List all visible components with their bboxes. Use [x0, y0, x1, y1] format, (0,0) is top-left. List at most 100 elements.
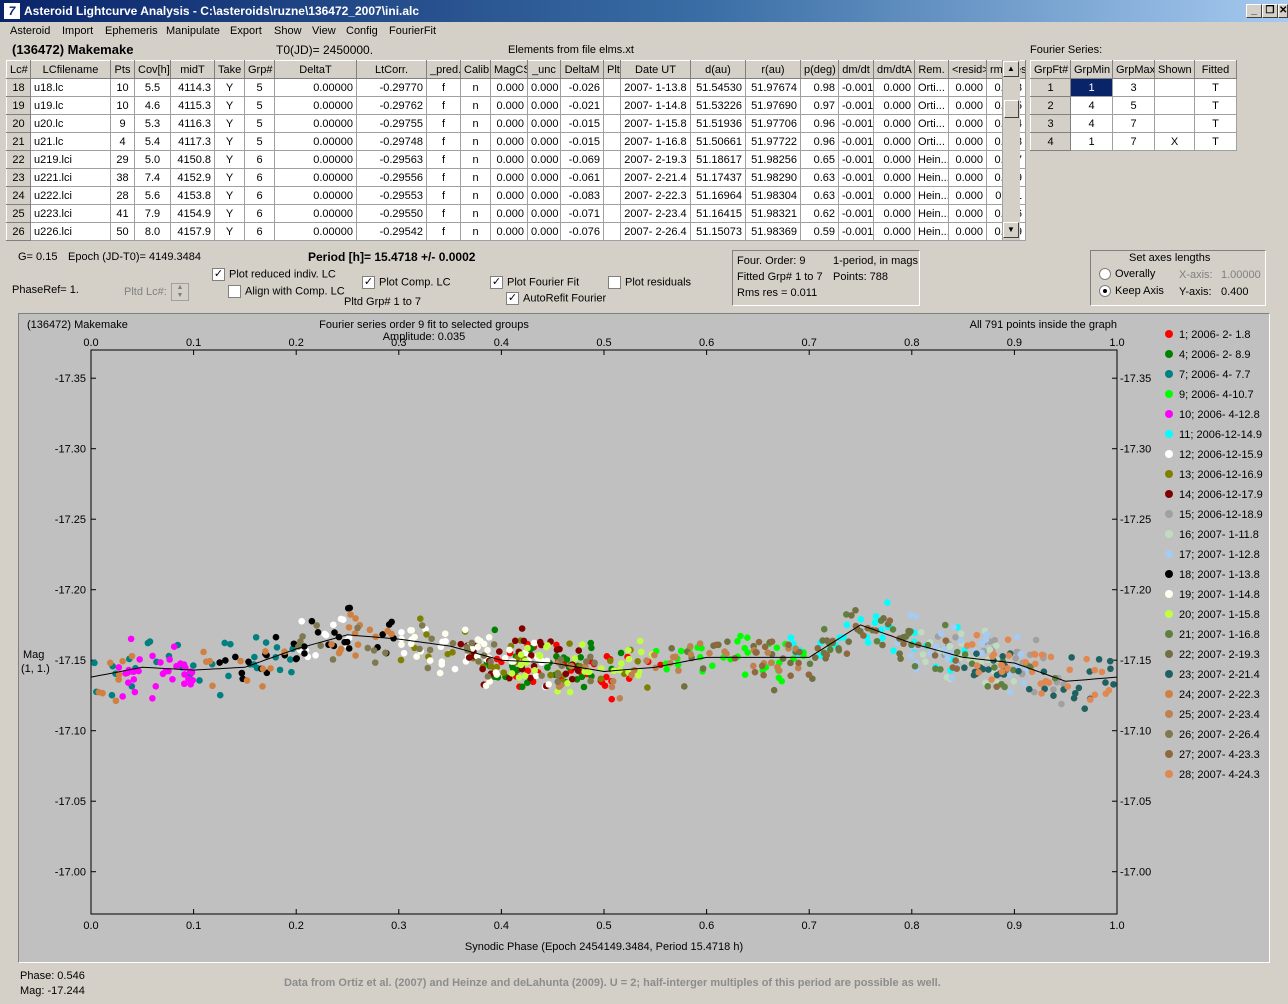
table-cell[interactable]: f	[426, 114, 461, 133]
table-cell[interactable]: 50	[110, 222, 135, 241]
table-cell[interactable]: 4152.9	[170, 168, 215, 187]
table-cell[interactable]: 2007- 1-15.8	[620, 114, 691, 133]
table-row[interactable]: 23 u221.lci 38 7.4 4152.9 Y 6 0.00000 -0.29556 f n…	[6, 168, 1026, 187]
table-cell[interactable]: 4153.8	[170, 186, 215, 205]
table-cell[interactable]: -0.001	[838, 168, 874, 187]
table-cell[interactable]: 0.000	[873, 186, 915, 205]
menu-ephemeris[interactable]: Ephemeris	[105, 25, 158, 37]
table-scrollbar[interactable]: ▲ ▼	[1002, 60, 1020, 240]
menu-manipulate[interactable]: Manipulate	[166, 25, 220, 37]
table-cell[interactable]: f	[426, 222, 461, 241]
table-cell[interactable]	[603, 78, 621, 97]
table-cell[interactable]: 51.97690	[745, 96, 801, 115]
table-cell[interactable]: u226.lci	[30, 222, 111, 241]
table-cell[interactable]: 51.98290	[745, 168, 801, 187]
table-cell[interactable]: 2007- 1-16.8	[620, 132, 691, 151]
table-cell[interactable]: 6	[244, 168, 275, 187]
table-cell[interactable]: 5.3	[134, 114, 171, 133]
table-cell[interactable]: Y	[214, 168, 245, 187]
menu-config[interactable]: Config	[346, 25, 378, 37]
table-cell[interactable]: -0.069	[560, 150, 604, 169]
autorefit-checkbox[interactable]: ✓ AutoRefit Fourier	[506, 292, 606, 305]
column-header[interactable]: r(au)	[745, 60, 801, 79]
table-cell[interactable]: 5.0	[134, 150, 171, 169]
table-cell[interactable]: Orti...	[914, 114, 949, 133]
table-cell[interactable]: T	[1194, 78, 1237, 97]
table-row[interactable]: 347 T	[1030, 114, 1237, 133]
column-header[interactable]: GrpMin	[1070, 60, 1113, 79]
align-comp-checkbox[interactable]: Align with Comp. LC	[228, 285, 345, 298]
table-cell[interactable]: 2007- 2-23.4	[620, 204, 691, 223]
table-cell[interactable]	[603, 168, 621, 187]
table-cell[interactable]: 9	[110, 114, 135, 133]
table-cell[interactable]: 0.96	[800, 114, 839, 133]
table-cell[interactable]: u21.lc	[30, 132, 111, 151]
table-cell[interactable]: n	[460, 186, 491, 205]
table-cell[interactable]: 0.000	[527, 132, 561, 151]
table-cell[interactable]: -0.001	[838, 186, 874, 205]
table-cell[interactable]: 0.000	[527, 78, 561, 97]
column-header[interactable]: Take	[214, 60, 245, 79]
table-cell[interactable]: u19.lc	[30, 96, 111, 115]
pltd-lc-spinner[interactable]: ▲ ▼	[171, 283, 189, 301]
keep-axis-radio[interactable]: Keep Axis	[1099, 285, 1164, 298]
table-cell[interactable]: -0.29556	[356, 168, 427, 187]
table-cell[interactable]: 0.000	[948, 222, 987, 241]
table-cell[interactable]: 25	[6, 204, 31, 223]
table-cell[interactable]: 3	[1030, 114, 1071, 133]
table-cell[interactable]: u18.lc	[30, 78, 111, 97]
table-cell[interactable]: 51.98256	[745, 150, 801, 169]
table-row[interactable]: 24 u222.lci 28 5.6 4153.8 Y 6 0.00000 -0.29553 f n…	[6, 186, 1026, 205]
table-cell[interactable]: Y	[214, 96, 245, 115]
table-cell[interactable]: 0.59	[800, 222, 839, 241]
table-cell[interactable]: 41	[110, 204, 135, 223]
plot-fourier-checkbox[interactable]: ✓ Plot Fourier Fit	[490, 276, 579, 289]
table-row[interactable]: 25 u223.lci 41 7.9 4154.9 Y 6 0.00000 -0.29550 f n…	[6, 204, 1026, 223]
table-cell[interactable]: 0.000	[873, 222, 915, 241]
table-cell[interactable]: 0.00000	[274, 204, 357, 223]
table-cell[interactable]: 0.000	[490, 150, 528, 169]
table-cell[interactable]: 0.98	[800, 78, 839, 97]
table-cell[interactable]: 0.000	[490, 168, 528, 187]
table-cell[interactable]: 1	[1070, 78, 1113, 97]
table-cell[interactable]: X	[1154, 132, 1195, 151]
table-cell[interactable]: 0.000	[490, 204, 528, 223]
table-cell[interactable]: f	[426, 168, 461, 187]
menu-export[interactable]: Export	[230, 25, 262, 37]
table-cell[interactable]: 5	[244, 114, 275, 133]
table-cell[interactable]: 1	[1030, 78, 1071, 97]
table-cell[interactable]: -0.001	[838, 96, 874, 115]
column-header[interactable]: Plt	[603, 60, 621, 79]
table-cell[interactable]: 24	[6, 186, 31, 205]
table-cell[interactable]: 51.97722	[745, 132, 801, 151]
table-cell[interactable]: -0.29755	[356, 114, 427, 133]
table-cell[interactable]: -0.29563	[356, 150, 427, 169]
table-cell[interactable]: 0.00000	[274, 114, 357, 133]
fourier-series-table[interactable]: GrpFt# GrpMin GrpMax Shown Fitted 113T245T34…	[1030, 60, 1237, 151]
table-cell[interactable]: 51.54530	[690, 78, 746, 97]
table-cell[interactable]: 2007- 2-22.3	[620, 186, 691, 205]
minimize-button[interactable]: _	[1246, 4, 1262, 18]
table-cell[interactable]: 0.96	[800, 132, 839, 151]
column-header[interactable]: Grp#	[244, 60, 275, 79]
table-cell[interactable]: f	[426, 78, 461, 97]
table-cell[interactable]: Y	[214, 222, 245, 241]
table-cell[interactable]: 4117.3	[170, 132, 215, 151]
table-cell[interactable]: 4	[1070, 114, 1113, 133]
table-cell[interactable]: u223.lci	[30, 204, 111, 223]
table-cell[interactable]: 51.97674	[745, 78, 801, 97]
table-cell[interactable]: u20.lc	[30, 114, 111, 133]
table-row[interactable]: 113T	[1030, 78, 1237, 97]
column-header[interactable]: LtCorr.	[356, 60, 427, 79]
table-cell[interactable]: 4	[1070, 96, 1113, 115]
x-axis-value[interactable]: 1.00000	[1221, 269, 1261, 281]
table-cell[interactable]: 5	[1112, 96, 1155, 115]
table-cell[interactable]: -0.061	[560, 168, 604, 187]
lightcurve-plot-panel[interactable]: (136472) Makemake Fourier series order 9 …	[18, 313, 1270, 963]
table-cell[interactable]: f	[426, 150, 461, 169]
table-cell[interactable]: 21	[6, 132, 31, 151]
table-cell[interactable]: 2007- 2-19.3	[620, 150, 691, 169]
lightcurve-table[interactable]: Lc# LCfilename Pts Cov[h] midT Take Grp# DeltaT…	[6, 60, 1026, 241]
table-cell[interactable]: -0.071	[560, 204, 604, 223]
column-header[interactable]: midT	[170, 60, 215, 79]
